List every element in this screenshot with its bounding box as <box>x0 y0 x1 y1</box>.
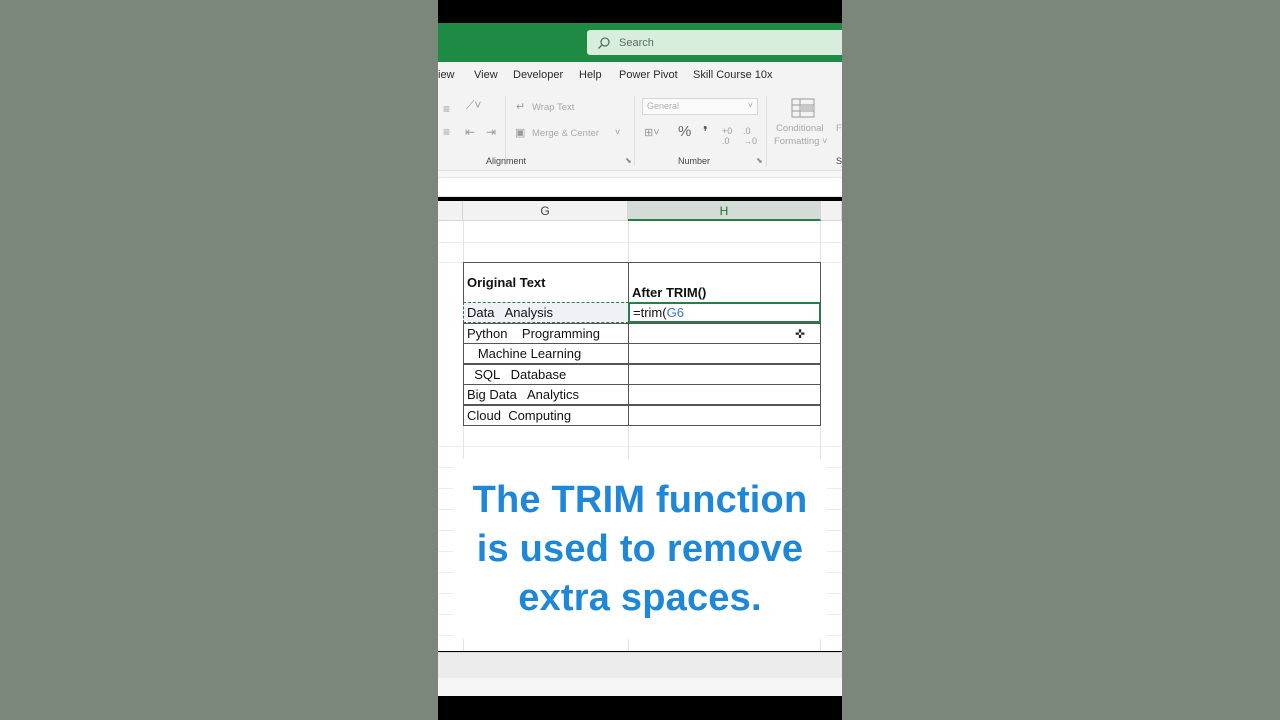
wrap-text-button[interactable]: Wrap Text <box>532 102 574 113</box>
conditional-formatting-dropdown[interactable]: Formatting ˅ <box>774 136 828 147</box>
cell-g11[interactable]: Cloud Computing <box>463 405 629 426</box>
column-header-f[interactable] <box>438 201 463 221</box>
decrease-decimal-icon[interactable]: .0 →0 <box>743 126 757 146</box>
excel-window: Search iew View Developer Help Power Piv… <box>438 0 842 720</box>
percent-icon[interactable]: % <box>678 123 691 140</box>
accounting-format-icon[interactable]: ⊞˅ <box>644 126 660 139</box>
comma-style-icon[interactable]: ❜ <box>703 123 708 141</box>
number-format-select[interactable]: General ˅ <box>642 98 758 115</box>
ribbon-divider <box>634 96 635 166</box>
menu-power-pivot[interactable]: Power Pivot <box>619 69 678 81</box>
decrease-indent-icon[interactable]: ⇤ <box>465 125 475 139</box>
header-after-trim[interactable]: After TRIM() <box>628 262 821 303</box>
formula-bar[interactable] <box>438 177 842 197</box>
cell-g8[interactable]: Machine Learning <box>463 343 629 364</box>
caption-line-3: extra spaces. <box>518 577 762 619</box>
menu-skill-course[interactable]: Skill Course 10x <box>693 69 772 81</box>
orientation-icon[interactable]: ⟋˅ <box>466 98 481 113</box>
formula-reference: G6 <box>666 305 684 320</box>
merge-dropdown-icon[interactable]: ˅ <box>615 127 620 137</box>
number-format-value: General <box>647 101 680 111</box>
search-box[interactable]: Search <box>587 30 842 55</box>
cell-h10[interactable] <box>628 384 821 405</box>
background-left <box>0 0 438 720</box>
align-left-icon[interactable]: ≡ <box>443 125 450 139</box>
cell-h8[interactable] <box>628 343 821 364</box>
cell-h9[interactable] <box>628 364 821 385</box>
ribbon: ≡ ⟋˅ ≡ ⇤ ⇥ ↵ Wrap Text ▣ Merge & Center … <box>438 90 842 171</box>
styles-group-label-truncated: St <box>836 156 842 166</box>
cell-g6[interactable]: Data Analysis <box>463 302 629 323</box>
cell-h11[interactable] <box>628 405 821 426</box>
ribbon-divider <box>766 96 767 166</box>
status-bar <box>438 678 842 696</box>
gridline <box>438 242 842 243</box>
menu-developer[interactable]: Developer <box>513 69 563 81</box>
search-label: Search <box>619 36 654 49</box>
format-as-table-truncated[interactable]: F <box>836 123 842 134</box>
menu-bar: iew View Developer Help Power Pivot Skil… <box>438 62 842 90</box>
sheet-tabs-bar[interactable] <box>438 652 842 679</box>
chevron-down-icon: ˅ <box>747 100 753 110</box>
increase-decimal-icon[interactable]: +0.0 <box>722 126 732 146</box>
cell-g7[interactable]: Python Programming <box>463 323 629 344</box>
gridline <box>438 446 842 447</box>
menu-view[interactable]: View <box>474 69 498 81</box>
cell-h7[interactable] <box>628 323 821 344</box>
conditional-formatting-icon[interactable] <box>791 98 815 118</box>
alignment-launcher-icon[interactable]: ⬊ <box>625 156 632 165</box>
background-right <box>842 0 1280 720</box>
cursor-cross-icon: ✜ <box>795 327 806 341</box>
menu-review[interactable]: iew <box>438 69 455 81</box>
cell-g9[interactable]: SQL Database <box>463 364 629 385</box>
merge-center-button[interactable]: Merge & Center <box>532 128 599 139</box>
search-icon <box>598 36 610 49</box>
align-lines-icon[interactable]: ≡ <box>443 102 450 116</box>
cell-h6-editing[interactable]: =trim(G6 <box>628 302 821 323</box>
column-header-h[interactable]: H <box>628 201 821 221</box>
caption-line-1: The TRIM function <box>472 479 808 521</box>
column-header-g[interactable]: G <box>463 201 628 221</box>
cell-g10[interactable]: Big Data Analytics <box>463 384 629 405</box>
increase-indent-icon[interactable]: ⇥ <box>486 125 496 139</box>
column-header-i[interactable] <box>821 201 842 221</box>
caption-line-2: is used to remove <box>476 528 804 570</box>
number-group-label: Number <box>678 156 711 166</box>
conditional-formatting-label[interactable]: Conditional <box>776 123 824 134</box>
number-launcher-icon[interactable]: ⬊ <box>756 156 763 165</box>
title-bar: Search <box>438 23 842 62</box>
formula-prefix: =trim( <box>633 305 667 320</box>
header-original-text[interactable]: Original Text <box>463 262 629 303</box>
alignment-group-label: Alignment <box>486 156 527 166</box>
wrap-text-icon[interactable]: ↵ <box>516 100 525 113</box>
merge-center-icon[interactable]: ▣ <box>515 126 525 139</box>
menu-help[interactable]: Help <box>579 69 602 81</box>
